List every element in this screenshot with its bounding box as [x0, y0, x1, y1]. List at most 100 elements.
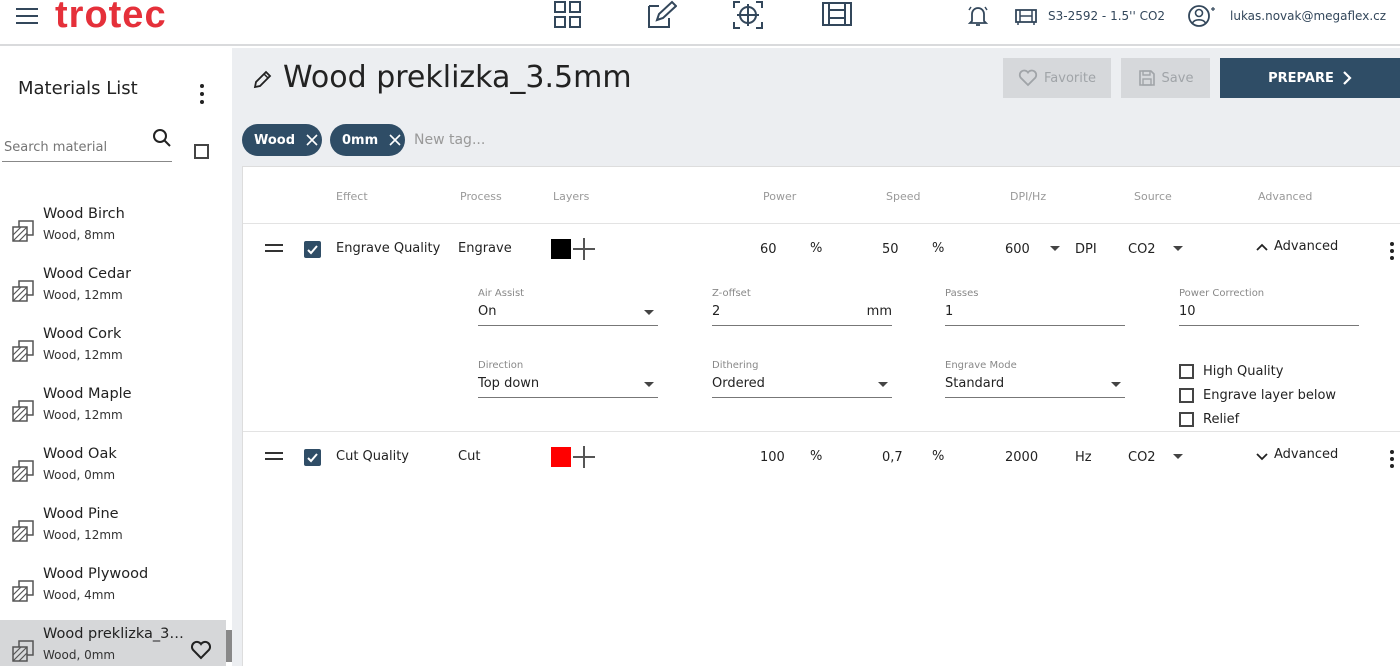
row-process[interactable]: Cut [458, 449, 480, 464]
row-source[interactable]: CO2 [1128, 242, 1156, 257]
material-name: Wood Plywood [43, 566, 149, 582]
menu-icon[interactable] [16, 8, 38, 26]
chevron-down-icon[interactable] [1173, 246, 1183, 251]
relief-checkbox[interactable] [1179, 412, 1194, 427]
row-process[interactable]: Engrave [458, 241, 512, 256]
material-subtitle: Wood, 0mm [43, 648, 116, 662]
direction-label: Direction [478, 360, 524, 371]
material-list-item[interactable]: Wood Oak Wood, 0mm [0, 440, 226, 498]
chevron-down-icon[interactable] [1173, 454, 1183, 459]
col-header-dpi: DPI/Hz [1010, 190, 1047, 203]
col-header-power: Power [763, 190, 797, 203]
heart-icon[interactable] [190, 640, 212, 664]
material-list-item[interactable]: Wood Cedar Wood, 12mm [0, 260, 226, 318]
material-icon [12, 640, 34, 662]
prepare-button[interactable]: PREPARE [1220, 58, 1400, 98]
material-icon [12, 280, 34, 302]
passes-field[interactable]: 1 [945, 302, 1125, 326]
row-dpi[interactable]: 2000 [1005, 450, 1038, 465]
engrave-mode-select[interactable]: Standard [945, 374, 1125, 398]
search-field[interactable] [2, 122, 172, 162]
header-divider [243, 223, 1400, 224]
user-email[interactable]: lukas.novak@megaflex.cz [1230, 9, 1386, 23]
job-queue-icon[interactable] [821, 0, 853, 30]
save-button[interactable]: Save [1121, 58, 1210, 98]
select-all-checkbox[interactable] [194, 144, 209, 159]
material-list-item[interactable]: Wood Plywood Wood, 4mm [0, 560, 226, 618]
row-dpi-unit: DPI [1075, 242, 1097, 257]
edit-pencil-icon[interactable] [252, 70, 272, 90]
close-icon[interactable] [305, 133, 319, 147]
advanced-toggle[interactable]: Advanced [1274, 447, 1338, 462]
row-enabled-checkbox[interactable] [304, 241, 321, 258]
engrave-layer-below-checkbox[interactable] [1179, 388, 1194, 403]
direction-value: Top down [478, 376, 540, 391]
machine-name[interactable]: S3-2592 - 1.5'' CO2 [1048, 9, 1165, 23]
direction-select[interactable]: Top down [478, 374, 658, 398]
dashboard-grid-icon[interactable] [552, 0, 584, 30]
material-list-item[interactable]: Wood Maple Wood, 12mm [0, 380, 226, 438]
material-title[interactable]: Wood preklizka_3.5mm [283, 60, 632, 95]
material-list-item[interactable]: Wood Pine Wood, 12mm [0, 500, 226, 558]
chevron-down-icon [644, 310, 654, 315]
drag-handle-icon[interactable] [265, 452, 283, 460]
high-quality-checkbox[interactable] [1179, 364, 1194, 379]
bell-icon[interactable] [966, 4, 990, 28]
dithering-select[interactable]: Ordered [712, 374, 892, 398]
chevron-down-icon [878, 382, 888, 387]
row-speed[interactable]: 50 [882, 242, 899, 257]
scrollbar-thumb[interactable] [226, 630, 232, 662]
favorite-button[interactable]: Favorite [1003, 58, 1111, 98]
power-correction-field[interactable]: 10 [1179, 302, 1359, 326]
new-tag-input[interactable]: New tag... [414, 132, 485, 148]
col-header-speed: Speed [886, 190, 921, 203]
row-effect[interactable]: Cut Quality [336, 449, 409, 464]
search-icon[interactable] [152, 128, 172, 148]
row-enabled-checkbox[interactable] [304, 449, 321, 466]
layer-color-swatch[interactable] [551, 447, 571, 467]
row-dpi[interactable]: 600 [1005, 242, 1030, 257]
drag-handle-icon[interactable] [265, 244, 283, 252]
row-power[interactable]: 100 [760, 450, 785, 465]
save-label: Save [1161, 70, 1194, 86]
layer-color-swatch[interactable] [551, 239, 571, 259]
row-effect[interactable]: Engrave Quality [336, 241, 440, 256]
material-list-item[interactable]: Wood Birch Wood, 8mm [0, 200, 226, 258]
chevron-down-icon[interactable] [1050, 246, 1060, 251]
laser-target-icon[interactable] [732, 0, 764, 30]
row-source[interactable]: CO2 [1128, 450, 1156, 465]
tag-label: 0mm [342, 132, 379, 148]
add-layer-icon[interactable] [573, 446, 595, 468]
add-layer-icon[interactable] [573, 238, 595, 260]
material-subtitle: Wood, 8mm [43, 228, 116, 242]
chevron-down-icon[interactable] [1256, 452, 1268, 461]
material-list-item[interactable]: Wood preklizka_3.5mm Wood, 0mm [0, 620, 226, 666]
tag-chip[interactable]: Wood [242, 124, 322, 156]
chevron-up-icon[interactable] [1256, 243, 1268, 252]
row-speed[interactable]: 0,7 [882, 450, 903, 465]
material-subtitle: Wood, 12mm [43, 528, 123, 542]
material-list-item[interactable]: Wood Cork Wood, 12mm [0, 320, 226, 378]
tag-chip[interactable]: 0mm [330, 124, 405, 156]
user-account-icon[interactable] [1187, 4, 1217, 28]
laser-machine-icon[interactable] [1014, 8, 1038, 26]
air-assist-label: Air Assist [478, 288, 525, 299]
air-assist-select[interactable]: On [478, 302, 658, 326]
material-name: Wood Birch [43, 206, 125, 222]
advanced-toggle[interactable]: Advanced [1274, 239, 1338, 254]
col-header-process: Process [460, 190, 502, 203]
search-input[interactable] [4, 140, 144, 155]
prepare-label: PREPARE [1268, 70, 1334, 86]
close-icon[interactable] [388, 133, 402, 147]
design-edit-icon[interactable] [645, 0, 677, 30]
row-power[interactable]: 60 [760, 242, 777, 257]
top-bar: trotec S3-2592 - 1.5'' CO2 lukas.novak@m… [0, 0, 1400, 46]
sidebar-more-icon[interactable] [200, 84, 204, 108]
row-more-icon[interactable] [1390, 450, 1394, 471]
z-offset-field[interactable]: 2 mm [712, 302, 892, 326]
material-icon [12, 520, 34, 542]
z-offset-unit: mm [866, 304, 892, 319]
trotec-logo[interactable]: trotec [55, 0, 167, 37]
passes-label: Passes [945, 288, 979, 299]
row-more-icon[interactable] [1390, 242, 1394, 263]
